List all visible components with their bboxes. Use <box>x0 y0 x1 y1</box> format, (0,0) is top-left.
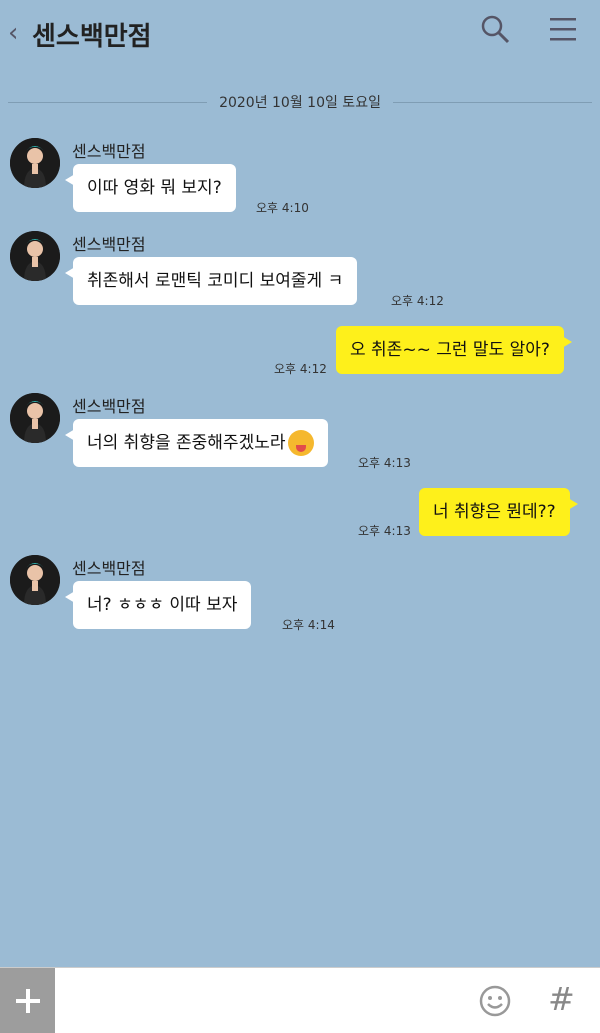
message-text: 너의 취향을 존중해주겠노라 <box>87 433 286 453</box>
message-time: 오후 4:13 <box>358 524 411 538</box>
message-bubble[interactable]: 오 취존~~ 그런 말도 알아? <box>336 326 572 374</box>
sender-name: 센스백만점 <box>72 142 146 161</box>
tongue-out-emoji-icon <box>287 430 314 456</box>
avatar[interactable] <box>10 231 60 281</box>
emoji-icon[interactable] <box>478 984 512 1022</box>
date-divider-right <box>392 101 593 103</box>
avatar[interactable] <box>10 555 60 605</box>
sender-name: 센스백만점 <box>72 397 146 416</box>
message-time: 오후 4:14 <box>282 618 335 632</box>
chat-title: 센스백만점 <box>32 22 152 52</box>
chat-header: ‹ 센스백만점 <box>0 0 600 66</box>
menu-icon[interactable] <box>548 14 578 48</box>
message-bubble[interactable]: 너 취향은 뭔데?? <box>419 488 578 536</box>
hash-icon[interactable]: # <box>548 980 575 1018</box>
message-bubble[interactable]: 너? ㅎㅎㅎ 이따 보자 <box>64 581 252 629</box>
sender-name: 센스백만점 <box>72 235 146 254</box>
message-bubble[interactable]: 너의 취향을 존중해주겠노라 <box>65 419 328 467</box>
message-time: 오후 4:12 <box>274 362 327 376</box>
search-icon[interactable] <box>480 14 510 48</box>
date-text: 2020년 10월 10일 토요일 <box>219 95 381 111</box>
message-time: 오후 4:13 <box>358 456 411 470</box>
date-divider-left <box>8 101 208 103</box>
avatar[interactable] <box>10 393 60 443</box>
back-button[interactable]: ‹ <box>8 18 18 48</box>
message-input-bar: # <box>0 967 600 1033</box>
message-bubble[interactable]: 이따 영화 뭐 보지? <box>65 164 236 212</box>
message-time: 오후 4:12 <box>391 294 444 308</box>
plus-icon[interactable] <box>0 968 55 1033</box>
sender-name: 센스백만점 <box>72 559 146 578</box>
avatar[interactable] <box>10 138 60 188</box>
date-separator: 2020년 10월 10일 토요일 <box>8 90 593 114</box>
message-bubble[interactable]: 취존해서 로맨틱 코미디 보여줄게 ㅋ <box>64 257 358 305</box>
message-input[interactable] <box>60 976 464 1026</box>
message-time: 오후 4:10 <box>256 201 309 215</box>
